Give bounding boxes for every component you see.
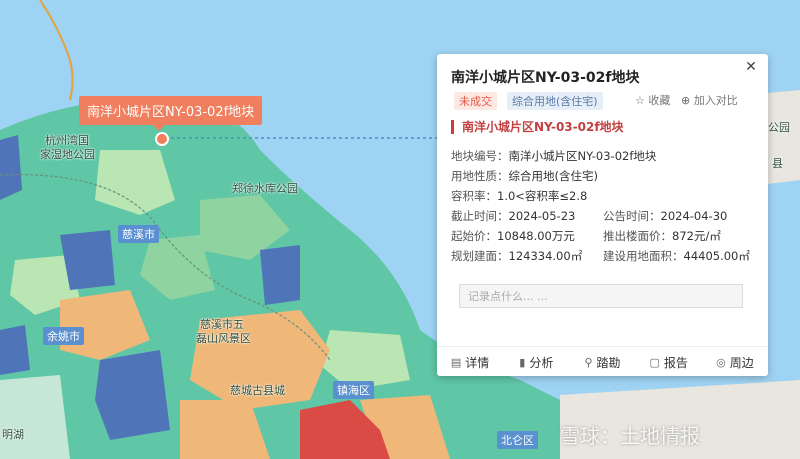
map-label-county-right: 县 [772,157,783,170]
panel-footer: ▤ 详情 ▮ 分析 ⚲ 踏勘 ▢ 报告 ◎ 周边 [437,346,768,377]
compare-label: 加入对比 [693,94,738,107]
field-label: 起始价： [451,229,497,243]
note-input[interactable]: 记录点什么... ... [459,284,743,308]
plot-marker-icon[interactable] [155,132,169,146]
panel-title: 南洋小城片区NY-03-02f地块 [451,70,640,86]
field-far: 容积率：1.0<容积率≤2.8 [451,188,587,204]
survey-button[interactable]: ⚲ 踏勘 [569,347,635,377]
detail-button[interactable]: ▤ 详情 [437,347,503,377]
map-label-wetland-park: 杭州湾国 [45,134,89,147]
field-label: 用地性质： [451,169,509,183]
map-label-wuleishan: 慈溪市五 [200,318,244,331]
field-value: 44405.00㎡ [683,249,750,263]
report-icon: ▢ [649,355,660,369]
favorite-label: 收藏 [648,94,671,107]
plus-circle-icon: ⊕ [681,94,691,107]
map-label-wuleishan-2: 磊山风景区 [196,332,251,345]
survey-icon: ⚲ [584,355,593,369]
field-land-area: 建设用地面积：44405.00㎡ [603,248,750,264]
field-label: 截止时间： [451,209,509,223]
add-compare-button[interactable]: ⊕ 加入对比 [681,92,738,108]
map-label-minghu: 明湖 [2,428,24,441]
field-plot-no: 地块编号：南洋小城片区NY-03-02f地块 [451,148,656,164]
field-label: 公告时间： [603,209,661,223]
favorite-button[interactable]: ☆ 收藏 [635,92,670,108]
analysis-label: 分析 [529,355,554,370]
field-value: 综合用地(含住宅) [508,169,598,183]
district-badge-zhenhai: 镇海区 [333,381,374,399]
field-value: 872元/㎡ [672,229,721,243]
field-value: 1.0<容积率≤2.8 [497,189,588,203]
plot-callout[interactable]: 南洋小城片区NY-03-02f地块 [79,96,263,131]
field-label: 容积率： [451,189,497,203]
district-badge-cixi: 慈溪市 [118,225,159,243]
district-badge-beilun: 北仑区 [497,431,538,449]
field-deadline: 截止时间：2024-05-23 [451,208,575,224]
field-land-use: 用地性质：综合用地(含住宅) [451,168,598,184]
star-icon: ☆ [635,94,645,107]
status-badge: 未成交 [454,92,497,110]
field-announce: 公告时间：2024-04-30 [603,208,727,224]
detail-icon: ▤ [450,355,462,369]
close-icon[interactable]: ✕ [742,58,760,76]
watermark: 雪球：土地情报 [560,424,700,448]
chart-icon: ▮ [519,355,526,369]
plot-info-panel: 南洋小城片区NY-03-02f地块 ✕ 未成交 综合用地(含住宅) ☆ 收藏 ⊕… [437,54,768,376]
report-label: 报告 [663,355,688,370]
nearby-icon: ◎ [716,355,726,369]
field-label: 推出楼面价： [603,229,672,243]
field-value: 2024-05-23 [508,209,576,223]
field-value: 10848.00万元 [497,229,575,243]
field-floor-price: 推出楼面价：872元/㎡ [603,228,721,244]
field-value: 2024-04-30 [660,209,728,223]
map-label-park-right: 公园 [768,121,790,134]
map-label-wetland-park-2: 家湿地公园 [40,148,95,161]
nearby-button[interactable]: ◎ 周边 [702,347,768,377]
map-label-reservoir-park: 郑徐水库公园 [232,182,298,195]
report-button[interactable]: ▢ 报告 [636,347,702,377]
nearby-label: 周边 [729,355,754,370]
survey-label: 踏勘 [596,355,621,370]
field-start-price: 起始价：10848.00万元 [451,228,575,244]
analysis-button[interactable]: ▮ 分析 [503,347,569,377]
detail-label: 详情 [465,355,490,370]
map-label-cicheng: 慈城古县城 [230,384,285,397]
field-label: 建设用地面积： [603,249,684,263]
field-label: 规划建面： [451,249,509,263]
field-value: 124334.00㎡ [508,249,583,263]
panel-subtitle: 南洋小城片区NY-03-02f地块 [451,120,624,134]
field-label: 地块编号： [451,149,509,163]
land-use-badge: 综合用地(含住宅) [507,92,603,110]
field-value: 南洋小城片区NY-03-02f地块 [508,149,657,163]
district-badge-yuyao: 余姚市 [43,327,84,345]
field-build-area: 规划建面：124334.00㎡ [451,248,582,264]
